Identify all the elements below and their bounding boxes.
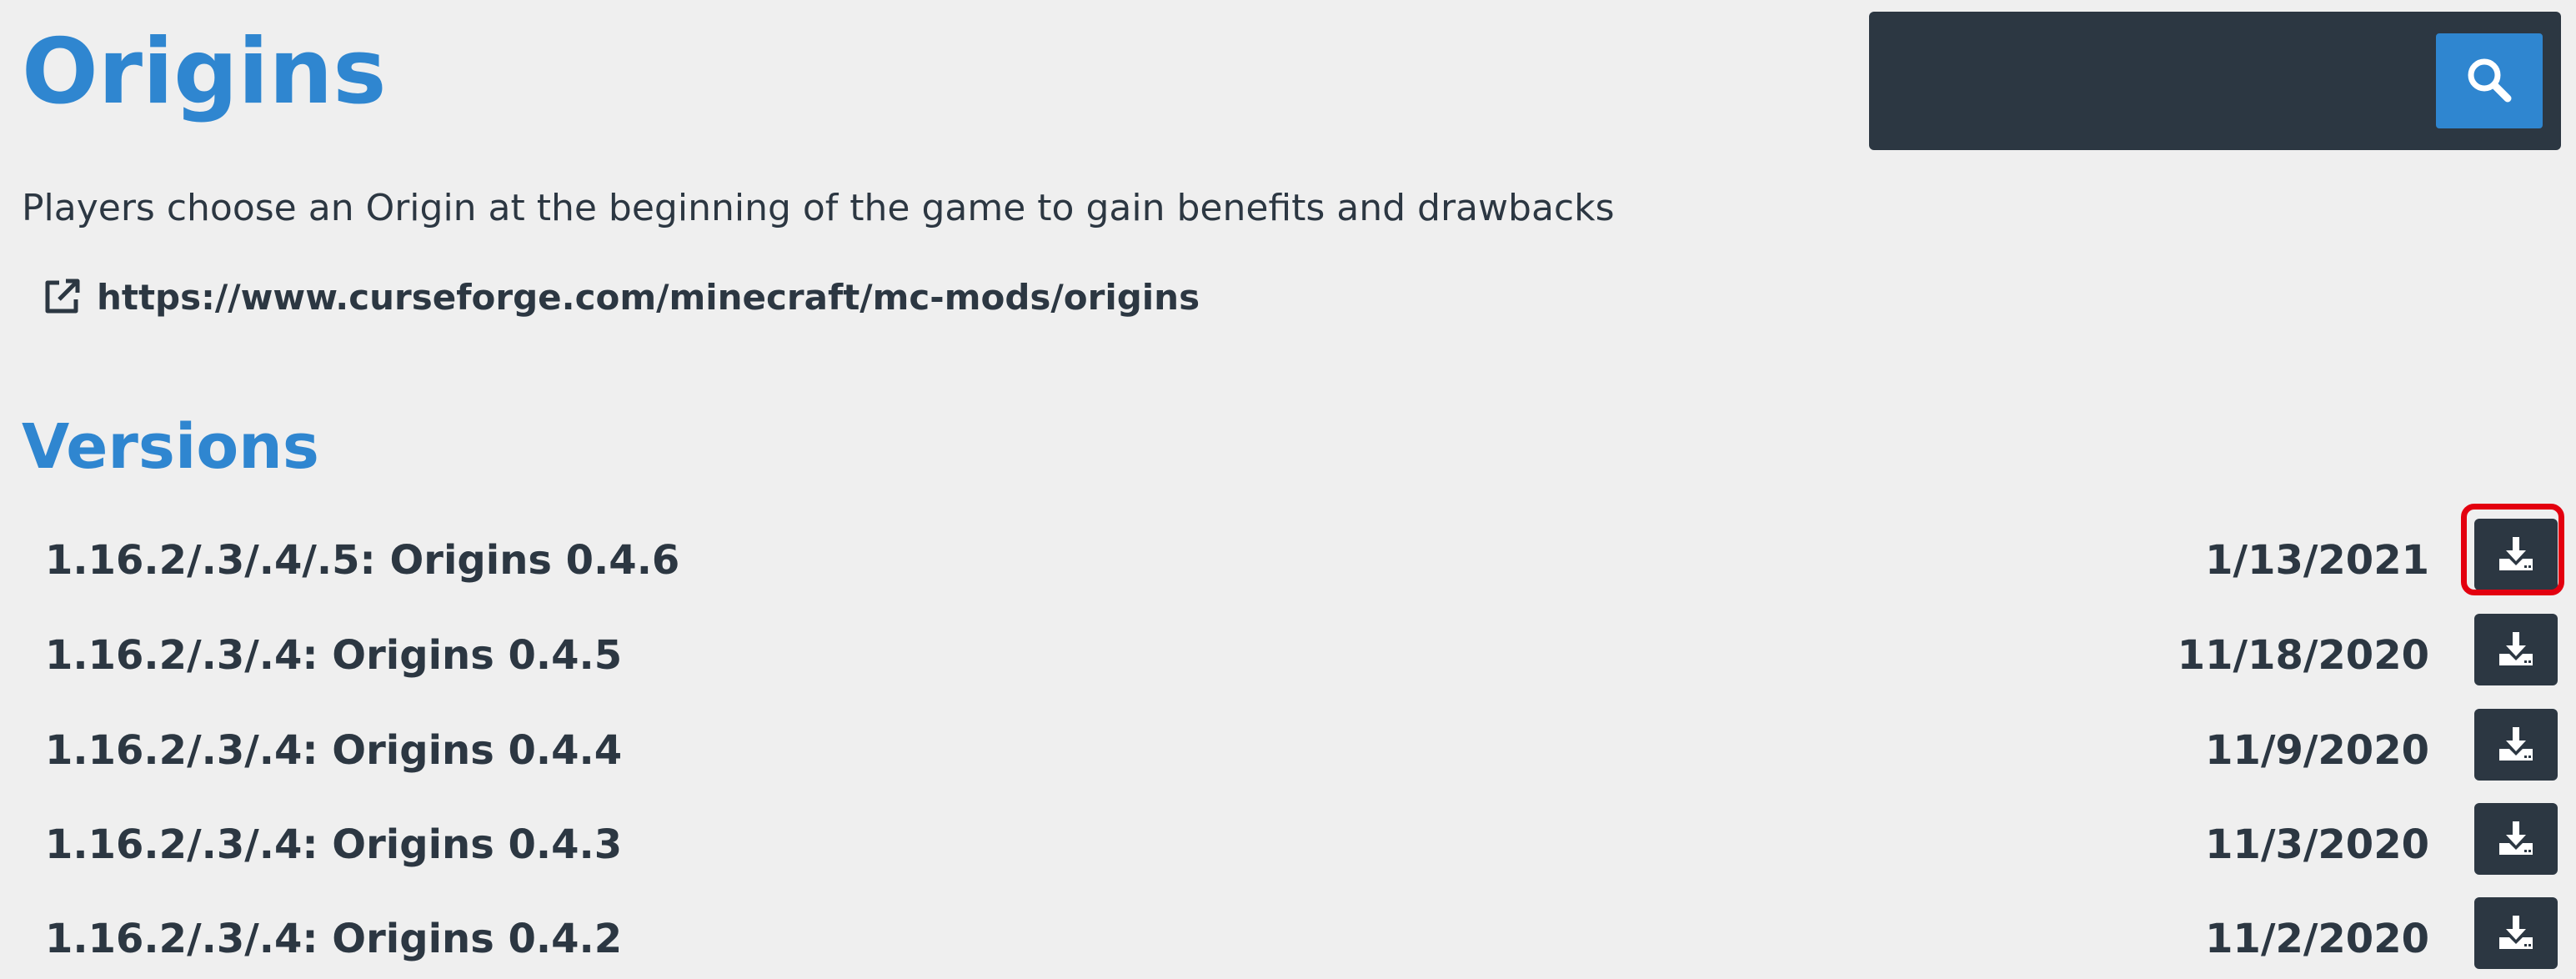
download-button[interactable] (2474, 897, 2558, 969)
search-button[interactable] (2436, 33, 2543, 128)
download-icon (2496, 912, 2536, 955)
search-icon (2463, 53, 2516, 109)
version-name: 1.16.2/.3/.4: Origins 0.4.3 (45, 821, 623, 868)
version-name: 1.16.2/.3/.4/.5: Origins 0.4.6 (45, 537, 680, 584)
versions-heading: Versions (22, 411, 319, 483)
version-name: 1.16.2/.3/.4: Origins 0.4.5 (45, 632, 623, 679)
version-date: 11/9/2020 (2205, 727, 2429, 774)
version-name: 1.16.2/.3/.4: Origins 0.4.2 (45, 916, 623, 962)
mod-page: Origins Players choose an Origin at the … (0, 0, 2576, 979)
version-date: 11/2/2020 (2205, 916, 2429, 962)
version-row: 1.16.2/.3/.4: Origins 0.4.3 11/3/2020 (0, 803, 2576, 886)
download-button[interactable] (2474, 709, 2558, 781)
external-link-icon (40, 275, 83, 319)
download-button[interactable] (2474, 614, 2558, 685)
version-date: 1/13/2021 (2205, 537, 2429, 584)
version-row: 1.16.2/.3/.4: Origins 0.4.2 11/2/2020 (0, 897, 2576, 979)
download-button[interactable] (2474, 519, 2558, 590)
mod-link-text[interactable]: https://www.curseforge.com/minecraft/mc-… (97, 277, 1200, 318)
version-row: 1.16.2/.3/.4: Origins 0.4.5 11/18/2020 (0, 614, 2576, 697)
download-button[interactable] (2474, 803, 2558, 875)
download-icon (2496, 818, 2536, 861)
search-bar (1869, 12, 2561, 150)
mod-description: Players choose an Origin at the beginnin… (22, 187, 1615, 229)
download-icon (2496, 724, 2536, 766)
version-row: 1.16.2/.3/.4: Origins 0.4.4 11/9/2020 (0, 709, 2576, 792)
download-icon (2496, 629, 2536, 671)
page-title: Origins (22, 20, 387, 124)
version-row: 1.16.2/.3/.4/.5: Origins 0.4.6 1/13/2021 (0, 519, 2576, 602)
download-icon (2496, 534, 2536, 576)
version-date: 11/3/2020 (2205, 821, 2429, 868)
version-name: 1.16.2/.3/.4: Origins 0.4.4 (45, 727, 623, 774)
mod-link[interactable]: https://www.curseforge.com/minecraft/mc-… (40, 275, 1200, 319)
search-input[interactable] (1889, 33, 2409, 130)
version-date: 11/18/2020 (2177, 632, 2429, 679)
